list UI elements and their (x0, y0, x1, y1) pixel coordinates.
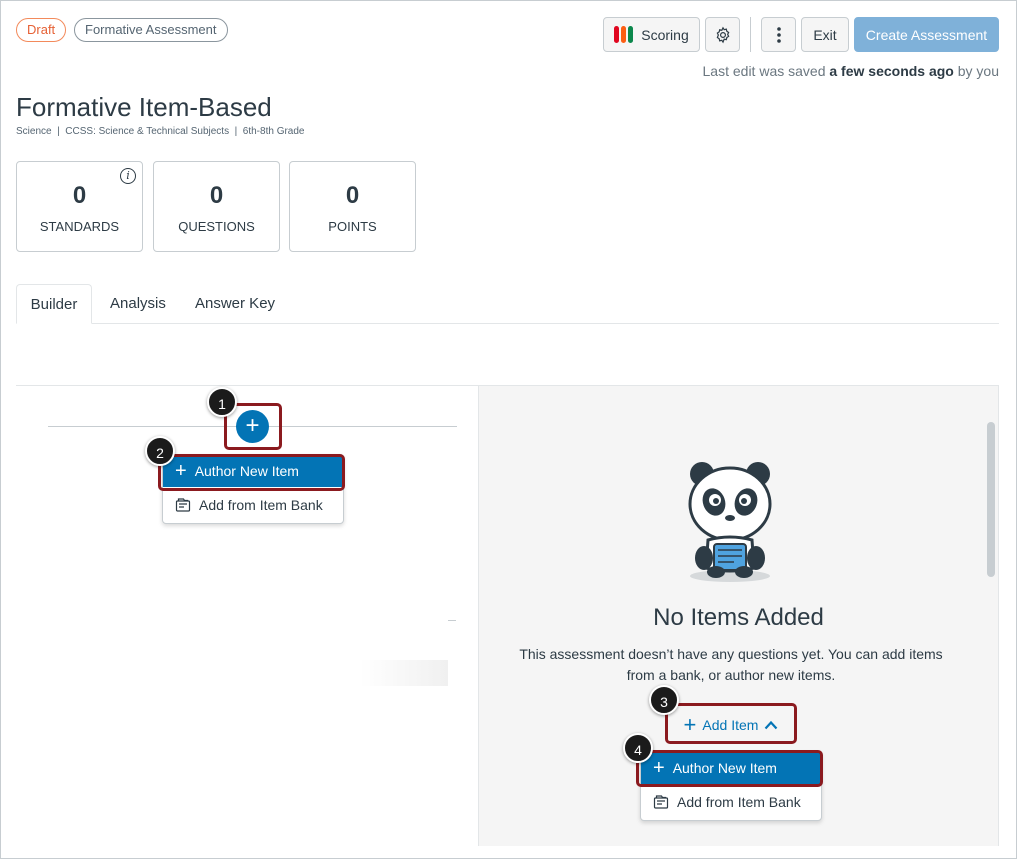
scoring-label: Scoring (641, 26, 689, 43)
callout-badge-2: 2 (145, 436, 175, 466)
questions-label: QUESTIONS (178, 219, 255, 234)
item-bank-icon (653, 795, 669, 809)
callout-highlight-2 (158, 454, 345, 491)
gear-icon (716, 26, 729, 43)
status-badge: Draft (16, 18, 67, 42)
assessment-type-badge: Formative Assessment (74, 18, 228, 42)
toolbar-divider (750, 17, 751, 52)
tab-analysis[interactable]: Analysis (110, 284, 166, 324)
tab-answer-key[interactable]: Answer Key (195, 284, 275, 324)
callout-highlight-4 (636, 750, 823, 787)
add-from-item-bank-option[interactable]: Add from Item Bank (641, 786, 821, 818)
scoring-icon (614, 26, 634, 43)
points-label: POINTS (328, 219, 377, 234)
fade-overlay (360, 660, 448, 686)
save-status: Last edit was saved a few seconds ago by… (703, 63, 999, 79)
points-count: 0 (345, 182, 360, 209)
item-bank-icon (175, 498, 191, 512)
exit-button[interactable]: Exit (801, 17, 849, 52)
scoring-button[interactable]: Scoring (603, 17, 700, 52)
save-status-suffix: by you (957, 63, 999, 79)
page-title: Formative Item-Based (16, 92, 272, 122)
questions-stat-card: 0 QUESTIONS (153, 161, 280, 252)
add-item-circle-button[interactable]: + (236, 410, 269, 443)
questions-count: 0 (209, 182, 224, 209)
callout-badge-4: 4 (623, 733, 653, 763)
panda-illustration (688, 462, 772, 582)
menu-item-label: Add from Item Bank (677, 794, 801, 810)
tab-builder[interactable]: Builder (16, 284, 92, 324)
settings-button[interactable] (705, 17, 740, 52)
kebab-menu-icon (776, 26, 781, 43)
standards-count: 0 (72, 182, 87, 209)
standards-label: STANDARDS (39, 219, 120, 234)
points-stat-card: 0 POINTS (289, 161, 416, 252)
empty-state-text: This assessment doesn’t have any questio… (519, 646, 943, 683)
assessment-meta: Science | CCSS: Science & Technical Subj… (16, 126, 305, 137)
callout-badge-1: 1 (207, 387, 237, 417)
save-status-time: a few seconds ago (829, 63, 954, 79)
more-options-button[interactable] (761, 17, 796, 52)
save-status-prefix: Last edit was saved (702, 63, 826, 79)
divider-stub (448, 620, 456, 621)
callout-badge-3: 3 (649, 685, 679, 715)
add-from-item-bank-option[interactable]: Add from Item Bank (163, 489, 343, 521)
standards-stat-card: i 0 STANDARDS (16, 161, 143, 252)
create-assessment-button[interactable]: Create Assessment (854, 17, 999, 52)
empty-state-title: No Items Added (653, 604, 824, 631)
menu-item-label: Add from Item Bank (199, 497, 323, 513)
callout-highlight-3 (665, 703, 797, 744)
scrollbar-thumb[interactable] (987, 422, 995, 577)
